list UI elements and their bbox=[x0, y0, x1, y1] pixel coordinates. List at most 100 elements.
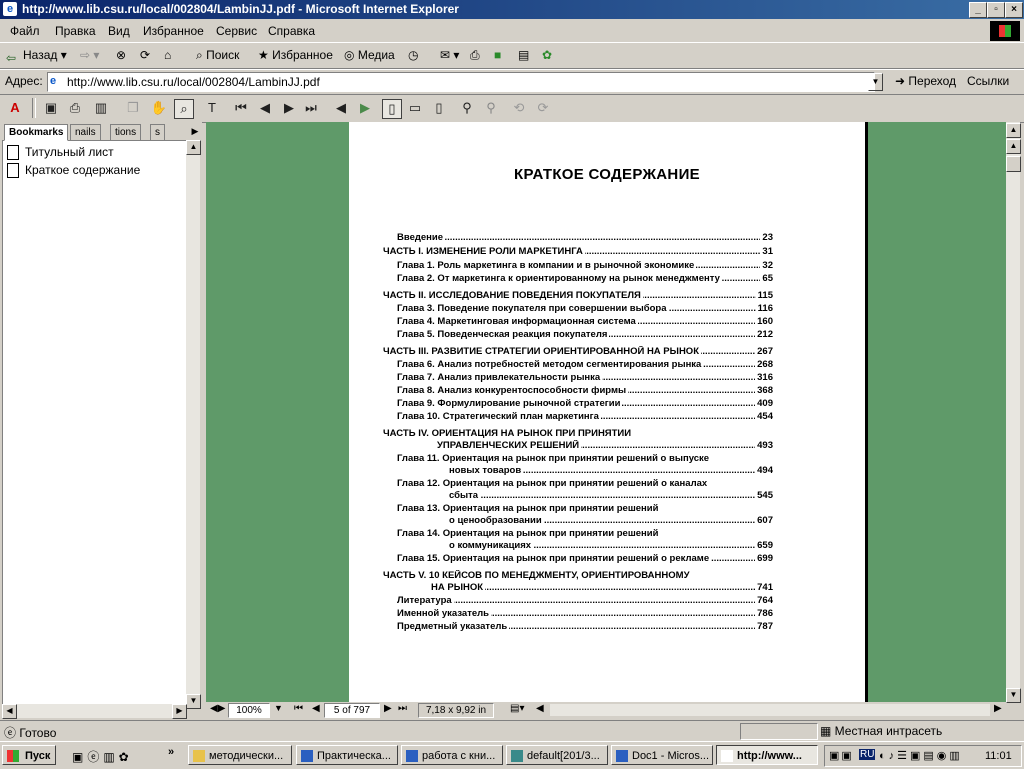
discuss-button[interactable]: ▤ bbox=[518, 48, 529, 62]
scroll-left-icon[interactable]: ◀ bbox=[2, 704, 17, 719]
toc-label: Глава 6. Анализ потребностей методом сег… bbox=[397, 359, 704, 370]
toc-label: Глава 1. Роль маркетинга в компании и в … bbox=[397, 260, 697, 271]
fit-page-icon[interactable]: ▭ bbox=[406, 99, 424, 117]
scroll-up-icon[interactable]: ▲ bbox=[1006, 123, 1021, 138]
home-button[interactable]: ⌂ bbox=[164, 48, 171, 62]
acrobat-icon[interactable]: A bbox=[6, 99, 24, 117]
horizontal-scrollbar[interactable] bbox=[550, 704, 990, 716]
first-page-nav-icon[interactable]: ⏮ bbox=[294, 703, 303, 714]
page-layout-icon[interactable]: ▤▾ bbox=[510, 703, 524, 714]
tab-signatures[interactable]: s bbox=[150, 124, 165, 141]
fit-width-icon[interactable]: ▯ bbox=[430, 99, 448, 117]
go-button[interactable]: ➜ Переход bbox=[895, 74, 956, 88]
zoom-tool-icon[interactable]: ⌕ bbox=[174, 99, 194, 119]
forward-button[interactable]: ⇨ ▾ bbox=[80, 48, 99, 62]
scroll-thumb[interactable] bbox=[1006, 156, 1021, 172]
rotate-right-icon[interactable]: ⟳ bbox=[534, 99, 552, 117]
stop-button[interactable]: ⊗ bbox=[116, 48, 126, 62]
menu-favorites[interactable]: Избранное bbox=[143, 24, 204, 38]
mail-button[interactable]: ✉ ▾ bbox=[440, 48, 459, 62]
page-indicator[interactable]: 5 of 797 bbox=[324, 703, 380, 718]
task-button[interactable]: методически... bbox=[188, 745, 292, 765]
toc-page-number: 160 bbox=[755, 316, 773, 327]
menu-help[interactable]: Справка bbox=[268, 24, 315, 38]
task-button[interactable]: Doc1 - Micros... bbox=[611, 745, 713, 765]
links-button[interactable]: Ссылки bbox=[967, 74, 1009, 88]
last-page-icon[interactable]: ⏭ bbox=[302, 99, 320, 117]
search-button[interactable]: ⌕ Поиск bbox=[196, 48, 239, 63]
zoom-dropdown-icon[interactable]: ▼ bbox=[274, 703, 283, 713]
show-hide-navigation-icon[interactable]: ▥ bbox=[92, 99, 110, 117]
minimize-button[interactable]: _ bbox=[969, 2, 987, 18]
discuss-icon: ▤ bbox=[518, 48, 530, 62]
next-page-icon[interactable]: ▶ bbox=[280, 99, 298, 117]
bookmarks-hscrollbar[interactable]: ◀ ▶ bbox=[2, 704, 187, 719]
toc-row: ........................................… bbox=[449, 490, 773, 502]
hand-tool-icon[interactable]: ✋ bbox=[150, 99, 168, 117]
word-icon bbox=[406, 750, 418, 762]
task-button-active[interactable]: http://www... bbox=[716, 745, 818, 765]
favorites-button[interactable]: ★ Избранное bbox=[258, 48, 333, 62]
close-button[interactable]: × bbox=[1005, 2, 1023, 18]
bookmark-item[interactable]: Титульный лист bbox=[7, 145, 114, 160]
edit-button[interactable]: ■ bbox=[494, 48, 501, 62]
messenger-button[interactable]: ✿ bbox=[542, 48, 552, 62]
print-pdf-icon[interactable]: ⎙ bbox=[66, 99, 84, 117]
menu-tools[interactable]: Сервис bbox=[216, 24, 257, 38]
tab-menu-arrow-icon[interactable]: ▶ bbox=[190, 124, 200, 139]
menu-file[interactable]: Файл bbox=[10, 24, 40, 38]
task-button[interactable]: Практическа... bbox=[296, 745, 398, 765]
bookmarks-scrollbar[interactable]: ▲ ▼ bbox=[186, 140, 201, 709]
page-up-icon[interactable]: ▲ bbox=[1006, 139, 1021, 154]
scroll-down-icon[interactable]: ▼ bbox=[186, 694, 201, 709]
last-page-nav-icon[interactable]: ⏭ bbox=[398, 703, 407, 714]
document-viewer[interactable]: КРАТКОЕ СОДЕРЖАНИЕ .....................… bbox=[206, 122, 1006, 702]
history-button[interactable]: ◷ bbox=[408, 48, 418, 62]
viewer-scrollbar[interactable]: ▲ ▲ ▼ bbox=[1006, 122, 1021, 703]
previous-page-nav-icon[interactable]: ◀ bbox=[312, 703, 320, 714]
back-button[interactable]: ⇦ Назад ▾ bbox=[6, 48, 67, 65]
menu-edit[interactable]: Правка bbox=[55, 24, 96, 38]
copy-icon[interactable]: ❐ bbox=[124, 99, 142, 117]
go-back-icon[interactable]: ◀ bbox=[332, 99, 350, 117]
tray-icons[interactable]: ◐♪☰▣▤◉▥ bbox=[879, 749, 963, 762]
maximize-button[interactable]: ▫ bbox=[987, 2, 1005, 18]
toc-row: ........................................… bbox=[397, 260, 773, 272]
task-button[interactable]: работа с кни... bbox=[401, 745, 503, 765]
nav-toggle-icon[interactable]: ◀▶ bbox=[210, 703, 225, 714]
actual-size-icon[interactable]: ▯ bbox=[382, 99, 402, 119]
search-pdf-icon[interactable]: ⚲ bbox=[482, 99, 500, 117]
hscroll-left-icon[interactable]: ◀ bbox=[536, 703, 544, 714]
language-indicator[interactable]: RU bbox=[859, 749, 876, 760]
rotate-left-icon[interactable]: ⟲ bbox=[510, 99, 528, 117]
print-button[interactable]: ⎙ bbox=[470, 48, 480, 63]
zoom-field[interactable]: 100% bbox=[228, 703, 270, 718]
scroll-right-icon[interactable]: ▶ bbox=[172, 704, 187, 719]
tray-icons[interactable]: ▣▣ bbox=[829, 749, 854, 762]
next-page-nav-icon[interactable]: ▶ bbox=[384, 703, 392, 714]
media-button[interactable]: ◎ Медиа bbox=[344, 48, 395, 62]
address-input[interactable]: e http://www.lib.csu.ru/local/002804/Lam… bbox=[47, 72, 875, 92]
previous-page-icon[interactable]: ◀ bbox=[256, 99, 274, 117]
tab-annotations[interactable]: tions bbox=[110, 124, 142, 141]
find-icon[interactable]: ⚲ bbox=[458, 99, 476, 117]
refresh-button[interactable]: ⟳ bbox=[140, 48, 150, 62]
tab-thumbnails[interactable]: nails bbox=[70, 124, 101, 141]
toc-row: Глава 12. Ориентация на рынок при принят… bbox=[397, 478, 773, 490]
text-select-icon[interactable]: T bbox=[203, 99, 221, 117]
quick-launch-more-icon[interactable]: » bbox=[168, 746, 174, 758]
quick-launch[interactable]: ▣ⓔ▥✿ bbox=[72, 748, 133, 765]
save-icon[interactable]: ▣ bbox=[42, 99, 60, 117]
go-forward-icon[interactable]: ▶ bbox=[356, 99, 374, 117]
task-button[interactable]: default[201/3... bbox=[506, 745, 608, 765]
menu-view[interactable]: Вид bbox=[108, 24, 130, 38]
scroll-down-icon[interactable]: ▼ bbox=[1006, 688, 1021, 703]
tab-bookmarks[interactable]: Bookmarks bbox=[4, 124, 69, 141]
bookmark-item[interactable]: Краткое содержание bbox=[7, 163, 140, 178]
scroll-up-icon[interactable]: ▲ bbox=[186, 140, 201, 155]
first-page-icon[interactable]: ⏮ bbox=[232, 99, 250, 117]
hscroll-right-icon[interactable]: ▶ bbox=[994, 703, 1002, 714]
address-dropdown-button[interactable]: ▼ bbox=[868, 73, 883, 91]
toc-row: ........................................… bbox=[397, 553, 773, 565]
start-button[interactable]: Пуск bbox=[2, 745, 56, 765]
